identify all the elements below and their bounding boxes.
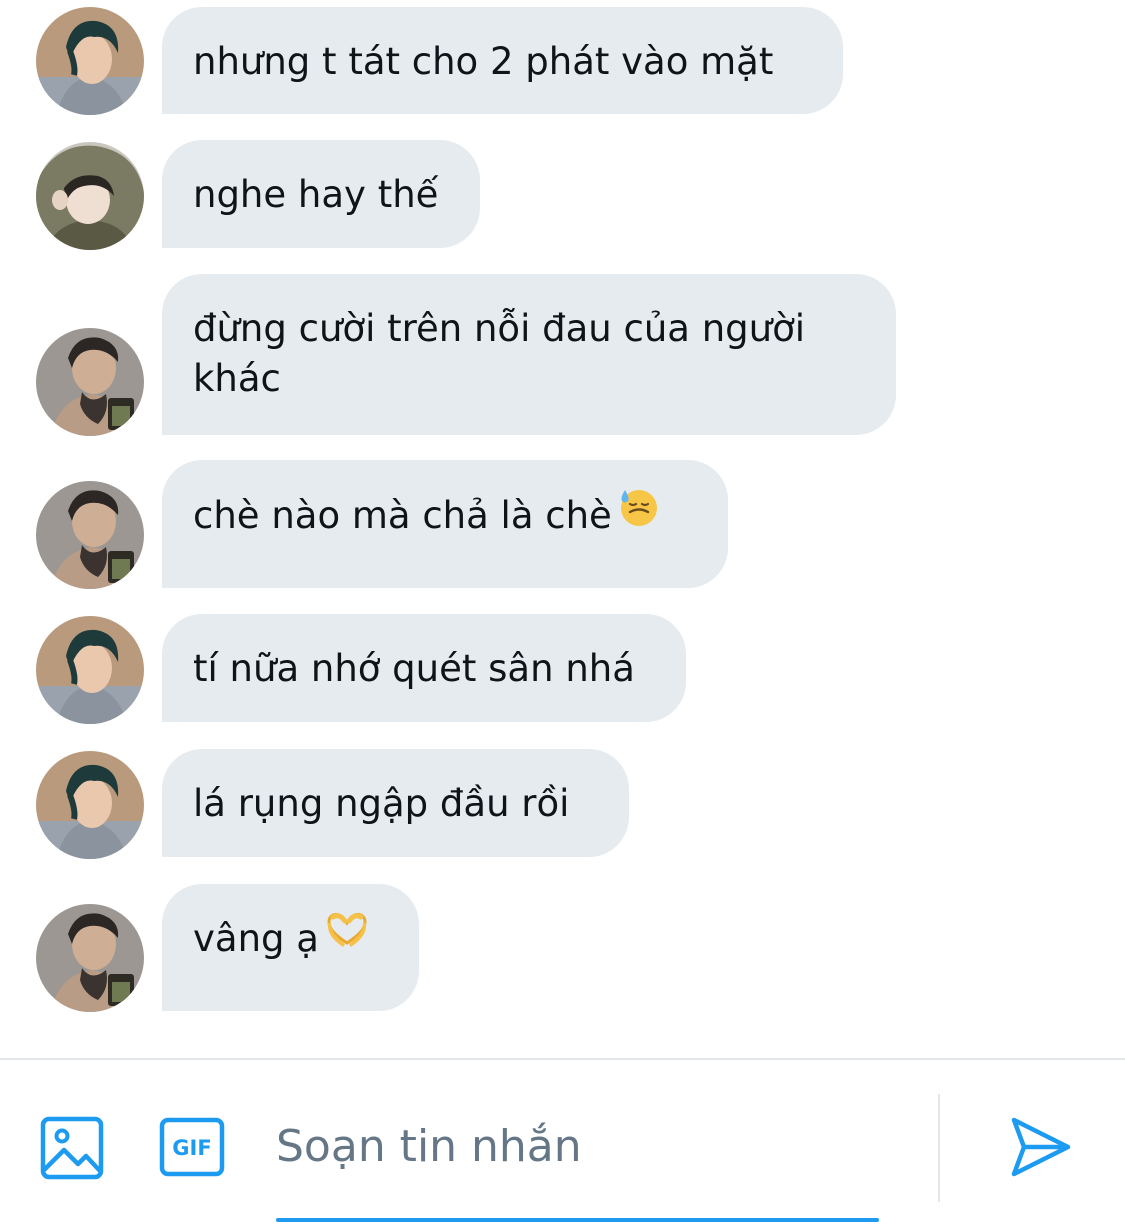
message-bubble: nhưng t tát cho 2 phát vào mặt	[162, 7, 843, 114]
message-input-area[interactable]	[276, 1100, 879, 1222]
avatar-tattoo-selfie[interactable]	[36, 904, 144, 1012]
input-focus-underline	[276, 1218, 879, 1222]
composer-separator	[938, 1094, 940, 1202]
message-text: nghe hay thế	[193, 173, 439, 216]
message-input[interactable]	[276, 1106, 876, 1186]
gif-icon[interactable]: GIF	[159, 1117, 225, 1177]
message-bubble: nghe hay thế	[162, 140, 480, 248]
message-bubble: đừng cười trên nỗi đau của người khác	[162, 274, 896, 435]
avatar-hooded-girl[interactable]	[36, 142, 144, 250]
message-text: tí nữa nhớ quét sân nhá	[193, 647, 635, 690]
message-bubble: vâng ạ	[162, 884, 419, 1011]
avatar-green-hair[interactable]	[36, 616, 144, 724]
avatar-tattoo-selfie[interactable]	[36, 481, 144, 589]
message-thread: nhưng t tát cho 2 phát vào mặt nghe hay …	[0, 0, 1125, 1058]
avatar-green-hair[interactable]	[36, 7, 144, 115]
message-text: đừng cười trên nỗi đau của người khác	[193, 307, 806, 400]
image-icon[interactable]	[40, 1116, 104, 1180]
message-text: lá rụng ngập đầu rồi	[193, 782, 570, 825]
avatar-green-hair[interactable]	[36, 751, 144, 859]
message-text: chè nào mà chả là chè	[193, 494, 612, 537]
message-bubble: lá rụng ngập đầu rồi	[162, 749, 629, 857]
gif-label: GIF	[172, 1136, 211, 1160]
message-text: vâng ạ	[193, 917, 319, 960]
downcast-face-with-sweat-icon	[618, 486, 660, 541]
message-bubble: chè nào mà chả là chè	[162, 460, 728, 588]
heart-hands-icon	[325, 911, 369, 962]
send-icon[interactable]	[1010, 1116, 1072, 1178]
message-composer: GIF	[0, 1060, 1125, 1231]
message-bubble: tí nữa nhớ quét sân nhá	[162, 614, 686, 722]
message-text: nhưng t tát cho 2 phát vào mặt	[193, 40, 774, 83]
avatar-tattoo-selfie[interactable]	[36, 328, 144, 436]
